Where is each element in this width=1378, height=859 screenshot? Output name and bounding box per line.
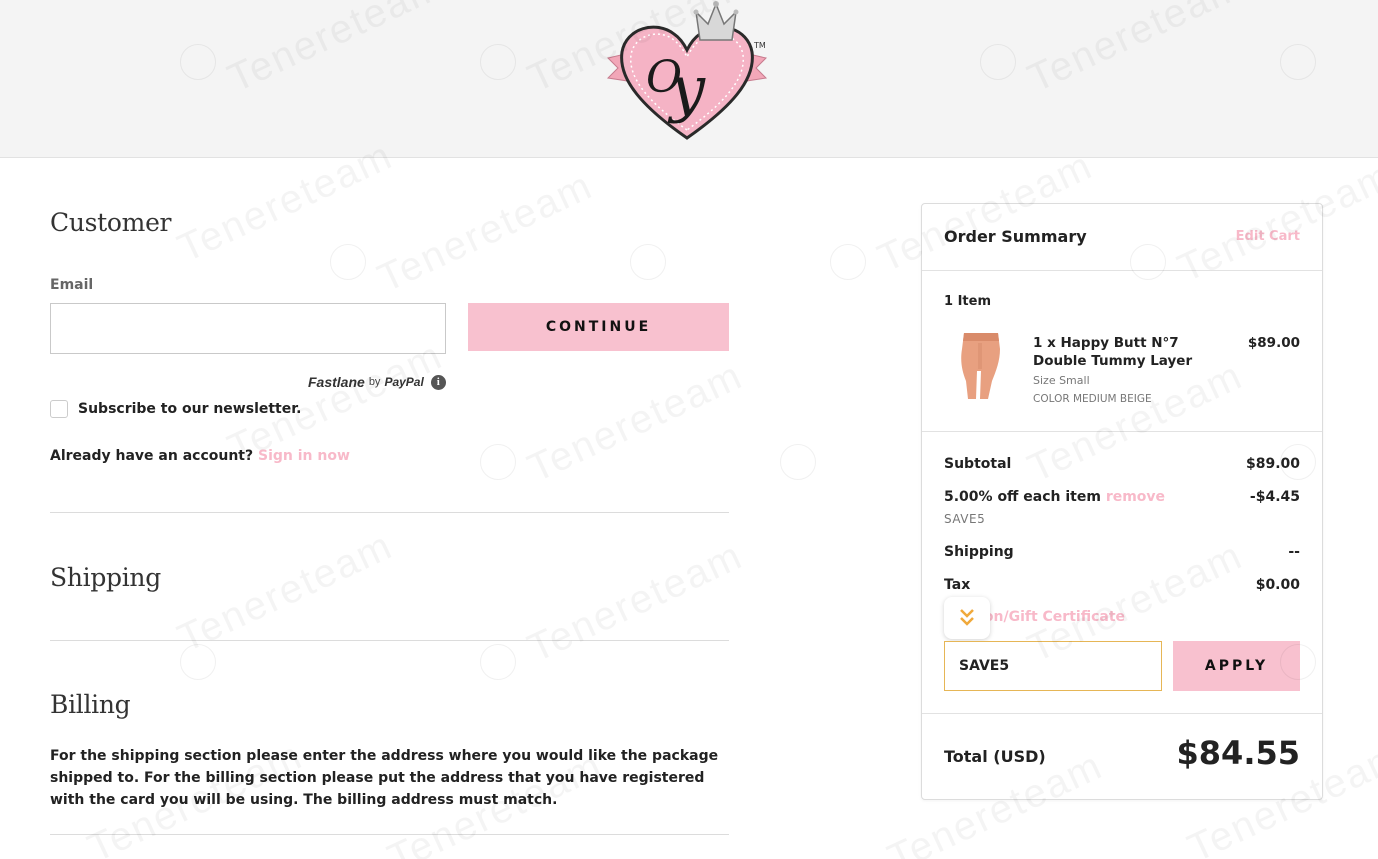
discount-code: SAVE5: [944, 512, 986, 526]
discount-value: -$4.45: [1249, 489, 1300, 505]
order-total: Total (USD) $84.55: [922, 713, 1322, 801]
subtotal-row: Subtotal $89.00: [944, 456, 1300, 472]
tax-label: Tax: [944, 577, 971, 593]
section-divider: [50, 640, 729, 641]
discount-row: 5.00% off each item remove -$4.45: [944, 489, 1300, 505]
account-text: Already have an account?: [50, 448, 254, 464]
watermark-text: Tenereteam: [521, 533, 750, 672]
fastlane-badge: Fastlane by PayPal i: [308, 372, 446, 392]
product-name: 1 x Happy Butt N°7 Double Tummy Layer: [1033, 335, 1193, 369]
tax-value: $0.00: [1255, 577, 1300, 593]
order-summary: Order Summary Edit Cart 1 Item 1 x Happy…: [921, 203, 1323, 800]
shipping-label: Shipping: [944, 544, 1014, 560]
fastlane-by: by: [368, 376, 381, 388]
email-input[interactable]: [50, 303, 446, 354]
total-value: $84.55: [1176, 734, 1300, 772]
coupon-input[interactable]: [944, 641, 1162, 691]
section-divider: [50, 834, 729, 835]
shipping-title: Shipping: [50, 563, 161, 592]
sign-in-link[interactable]: Sign in now: [258, 448, 350, 464]
subtotal-label: Subtotal: [944, 456, 1012, 472]
total-label: Total (USD): [944, 747, 1046, 766]
edit-cart-link[interactable]: Edit Cart: [1236, 229, 1300, 244]
scroll-down-widget[interactable]: [944, 597, 990, 639]
discount-label: 5.00% off each item: [944, 489, 1101, 505]
items-count: 1 Item: [944, 294, 991, 309]
cart-items: 1 Item 1 x Happy Butt N°7 Double Tummy L…: [922, 271, 1322, 432]
customer-title: Customer: [50, 208, 172, 237]
shipping-row: Shipping --: [944, 544, 1300, 560]
product-size: Size Small: [1033, 374, 1090, 387]
newsletter-option[interactable]: Subscribe to our newsletter.: [50, 400, 301, 418]
paypal-brand: PayPal: [384, 375, 424, 389]
fastlane-brand: Fastlane: [308, 374, 365, 390]
customer-section: Customer Email CONTINUE Fastlane by PayP…: [50, 158, 729, 513]
billing-title: Billing: [50, 690, 131, 719]
tax-row: Tax $0.00: [944, 577, 1300, 593]
newsletter-label: Subscribe to our newsletter.: [78, 401, 302, 417]
email-label: Email: [50, 277, 94, 293]
svg-text:TM: TM: [753, 41, 766, 50]
watermark-logo: [180, 644, 216, 680]
info-icon[interactable]: i: [430, 374, 446, 390]
watermark-logo: [480, 644, 516, 680]
watermark-logo: [830, 244, 866, 280]
svg-text:y: y: [667, 52, 706, 125]
product-image: [961, 333, 1000, 399]
section-divider: [50, 512, 729, 513]
remove-discount-link[interactable]: remove: [1106, 489, 1165, 505]
subtotal-value: $89.00: [1245, 456, 1300, 472]
billing-note: For the shipping section please enter th…: [50, 748, 719, 808]
order-summary-title: Order Summary: [944, 227, 1087, 246]
apply-coupon-button[interactable]: APPLY: [1173, 641, 1300, 691]
watermark-logo: [780, 444, 816, 480]
account-prompt: Already have an account? Sign in now: [50, 448, 350, 464]
double-chevron-down-icon: [960, 609, 974, 626]
newsletter-checkbox[interactable]: [50, 400, 68, 418]
continue-button[interactable]: CONTINUE: [468, 303, 729, 351]
shipping-value: --: [1288, 544, 1300, 560]
product-color: COLOR MEDIUM BEIGE: [1033, 393, 1152, 405]
order-summary-header: Order Summary Edit Cart: [922, 204, 1322, 271]
product-price: $89.00: [1247, 335, 1300, 351]
site-header: O y TM: [0, 0, 1378, 158]
brand-logo[interactable]: O y TM: [604, 0, 770, 142]
